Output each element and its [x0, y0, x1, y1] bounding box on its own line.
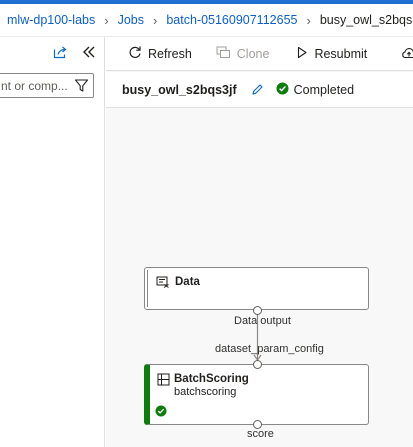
- clone-label: Clone: [236, 46, 270, 61]
- clone-button[interactable]: Clone: [216, 46, 270, 62]
- asset-library-panel: [0, 37, 105, 447]
- chevron-right-icon: ›: [104, 12, 109, 28]
- clone-icon: [216, 46, 231, 62]
- collapse-panel-icon[interactable]: [82, 45, 96, 59]
- refresh-icon: [128, 45, 142, 62]
- component-icon: [157, 373, 170, 389]
- output-port[interactable]: [253, 306, 262, 315]
- filter-icon[interactable]: [74, 78, 89, 96]
- job-name: busy_owl_s2bqs3jf: [122, 82, 237, 97]
- pipeline-canvas[interactable]: Data Data output dataset_param_config Ba…: [106, 109, 413, 447]
- job-toolbar: Refresh Clone Resubmit: [106, 37, 413, 71]
- refresh-label: Refresh: [148, 46, 192, 61]
- node-left-border: [147, 270, 148, 307]
- breadcrumb-jobs-link[interactable]: Jobs: [118, 13, 144, 27]
- input-port[interactable]: [253, 360, 262, 369]
- job-status: Completed: [276, 82, 354, 98]
- share-icon[interactable]: [53, 45, 68, 59]
- pipeline-node-batchscoring[interactable]: BatchScoring batchscoring: [144, 364, 369, 425]
- job-detail-area: Refresh Clone Resubmit busy_owl_s2bqs3jf…: [106, 37, 413, 447]
- pipeline-node-data[interactable]: Data: [144, 267, 369, 310]
- breadcrumb-current: busy_owl_s2bqs3jf: [319, 13, 413, 27]
- output-port-label: score: [247, 428, 274, 440]
- chevron-right-icon: ›: [306, 12, 311, 28]
- checkmark-circle-icon: [155, 405, 167, 420]
- asset-search-box: [0, 73, 94, 98]
- asset-search-input[interactable]: [0, 78, 73, 93]
- node-title: Data: [175, 276, 200, 288]
- job-status-label: Completed: [293, 82, 355, 97]
- job-header: busy_owl_s2bqs3jf Completed: [106, 72, 413, 108]
- play-icon: [296, 46, 308, 62]
- breadcrumb: mlw-dp100-labs › Jobs › batch-0516090711…: [0, 4, 413, 37]
- input-port-label: dataset_param_config: [215, 343, 324, 355]
- resubmit-button[interactable]: Resubmit: [296, 46, 367, 62]
- cloud-upload-icon: [401, 46, 413, 62]
- node-title: BatchScoring: [174, 373, 249, 385]
- pencil-icon[interactable]: [251, 83, 264, 96]
- publish-button[interactable]: P: [401, 46, 413, 62]
- breadcrumb-experiment-link[interactable]: batch-05160907112655: [166, 13, 297, 27]
- resubmit-label: Resubmit: [314, 46, 368, 61]
- refresh-button[interactable]: Refresh: [128, 45, 192, 62]
- breadcrumb-workspace-link[interactable]: mlw-dp100-labs: [7, 13, 95, 27]
- chevron-right-icon: ›: [152, 12, 158, 28]
- checkmark-circle-icon: [276, 82, 289, 98]
- output-port-label: Data output: [234, 315, 291, 327]
- dataset-icon: [156, 276, 170, 292]
- node-subtitle: batchscoring: [174, 386, 237, 398]
